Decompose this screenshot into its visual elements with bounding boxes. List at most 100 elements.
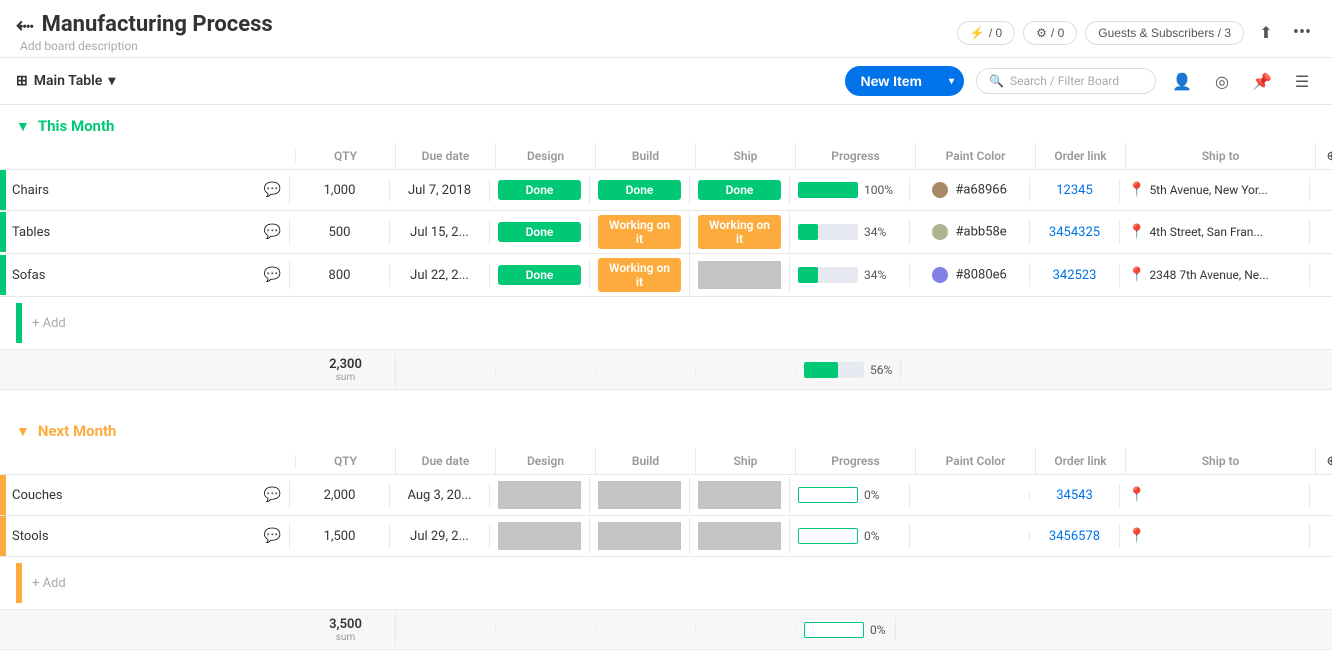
sum-design-this-month — [496, 366, 596, 374]
row-name-cell-couches: Couches 💬 — [6, 481, 290, 509]
add-row-this-month[interactable]: + Add — [0, 297, 1332, 350]
search-box[interactable]: 🔍 Search / Filter Board — [976, 68, 1156, 94]
add-row-next-month[interactable]: + Add — [0, 557, 1332, 610]
row-progress-tables: 34% — [790, 220, 910, 244]
location-icon-tables: 📍 — [1128, 224, 1145, 240]
row-orderlink-sofas[interactable]: 342523 — [1030, 264, 1120, 287]
new-item-button[interactable]: New Item ▾ — [845, 66, 965, 96]
group-arrow-this-month[interactable]: ▼ — [16, 118, 30, 135]
row-ship-couches[interactable] — [690, 477, 790, 513]
row-build-couches[interactable] — [590, 477, 690, 513]
row-name-sofas: Sofas — [12, 268, 258, 283]
group-header-this-month: ▼ This Month — [0, 105, 1332, 143]
sum-qty-next-month: 3,500 sum — [296, 613, 396, 647]
chat-icon-couches[interactable]: 💬 — [264, 487, 281, 503]
col-header-progress: Progress — [796, 143, 916, 169]
row-design-couches[interactable] — [490, 477, 590, 513]
row-orderlink-chairs[interactable]: 12345 — [1030, 179, 1120, 202]
row-orderlink-couches[interactable]: 34543 — [1030, 484, 1120, 507]
row-build-sofas[interactable]: Working on it — [590, 254, 690, 296]
chat-icon-stools[interactable]: 💬 — [264, 528, 281, 544]
row-shipto-chairs: 📍 5th Avenue, New Yor... — [1120, 178, 1310, 202]
badge-design-tables: Done — [498, 222, 581, 242]
location-icon-couches: 📍 — [1128, 487, 1145, 503]
row-paintcolor-couches — [910, 491, 1030, 499]
progress-pct-tables: 34% — [864, 225, 886, 239]
order-link-chairs: 12345 — [1056, 183, 1093, 198]
badge-ship-tables: Working on it — [698, 215, 781, 249]
col-header-name — [6, 150, 296, 162]
progress-pct-sofas: 34% — [864, 268, 886, 282]
location-icon-chairs: 📍 — [1128, 182, 1145, 198]
badge-ship-chairs: Done — [698, 180, 781, 200]
guests-button[interactable]: Guests & Subscribers / 3 — [1085, 21, 1244, 45]
row-ship-sofas[interactable] — [690, 257, 790, 293]
group-title-this-month: This Month — [38, 117, 115, 135]
chat-icon-sofas[interactable]: 💬 — [264, 267, 281, 283]
sum-qty-this-month: 2,300 sum — [296, 353, 396, 387]
row-paintcolor-tables: #abb58e — [910, 220, 1030, 244]
order-link-couches: 34543 — [1056, 488, 1093, 503]
row-design-chairs[interactable]: Done — [490, 176, 590, 204]
row-duedate-stools: Jul 29, 2... — [390, 525, 490, 548]
row-orderlink-stools[interactable]: 3456578 — [1030, 525, 1120, 548]
row-build-stools[interactable] — [590, 518, 690, 554]
board-description[interactable]: Add board description — [20, 39, 273, 53]
integrations-button[interactable]: ⚙ / 0 — [1023, 21, 1077, 45]
pin-icon[interactable]: 📌 — [1248, 67, 1276, 95]
table-icon: ⊞ — [16, 73, 28, 89]
group-header-next-month: ▼ Next Month — [0, 410, 1332, 448]
progress-pct-stools: 0% — [864, 529, 880, 543]
row-name-stools: Stools — [12, 529, 258, 544]
ship-address-tables: 4th Street, San Fran... — [1149, 225, 1262, 239]
row-ship-chairs[interactable]: Done — [690, 176, 790, 204]
automations-button[interactable]: ⚡ / 0 — [957, 21, 1015, 45]
row-design-sofas[interactable]: Done — [490, 261, 590, 289]
col-add-next-month[interactable]: ⊕ — [1316, 454, 1332, 469]
col-header-name-2 — [6, 455, 296, 467]
row-ship-tables[interactable]: Working on it — [690, 211, 790, 253]
row-name-cell-sofas: Sofas 💬 — [6, 261, 290, 289]
group-next-month: ▼ Next Month QTY Due date Design Build S… — [0, 410, 1332, 650]
row-build-tables[interactable]: Working on it — [590, 211, 690, 253]
col-header-shipto-2: Ship to — [1126, 448, 1316, 474]
user-icon[interactable]: 👤 — [1168, 67, 1196, 95]
row-ship-stools[interactable] — [690, 518, 790, 554]
order-link-stools: 3456578 — [1049, 529, 1100, 544]
dropdown-icon: ▾ — [108, 73, 115, 89]
filter-options-icon[interactable]: ◎ — [1208, 67, 1236, 95]
row-build-chairs[interactable]: Done — [590, 176, 690, 204]
row-design-stools[interactable] — [490, 518, 590, 554]
automations-count: / 0 — [989, 26, 1002, 40]
col-add-this-month[interactable]: ⊕ — [1316, 149, 1332, 164]
sum-ship-next-month — [696, 626, 796, 634]
col-header-qty-2: QTY — [296, 448, 396, 474]
badge-build-chairs: Done — [598, 180, 681, 200]
row-name-couches: Couches — [12, 488, 258, 503]
chat-icon-chairs[interactable]: 💬 — [264, 182, 281, 198]
row-duedate-couches: Aug 3, 20... — [390, 484, 490, 507]
sum-row-this-month: 2,300 sum 56% — [0, 350, 1332, 390]
group-arrow-next-month[interactable]: ▼ — [16, 423, 30, 440]
progress-pct-couches: 0% — [864, 488, 880, 502]
progress-pct-chairs: 100% — [864, 183, 893, 197]
color-value-tables: #abb58e — [956, 224, 1007, 239]
table-container: ▼ This Month QTY Due date Design Build S… — [0, 105, 1332, 666]
col-header-build: Build — [596, 143, 696, 169]
location-icon-sofas: 📍 — [1128, 267, 1145, 283]
row-name-cell-tables: Tables 💬 — [6, 218, 290, 246]
col-header-paintcolor-2: Paint Color — [916, 448, 1036, 474]
filter-icon[interactable]: ☰ — [1288, 67, 1316, 95]
row-paintcolor-sofas: #8080e6 — [910, 263, 1030, 287]
share-icon[interactable]: ⬆ — [1252, 19, 1280, 47]
row-name-cell-stools: Stools 💬 — [6, 522, 290, 550]
row-orderlink-tables[interactable]: 3454325 — [1030, 221, 1120, 244]
main-table-button[interactable]: ⊞ Main Table ▾ — [16, 73, 115, 89]
more-options-icon[interactable]: ••• — [1288, 19, 1316, 47]
chat-icon-tables[interactable]: 💬 — [264, 224, 281, 240]
toolbar: ⊞ Main Table ▾ New Item ▾ 🔍 Search / Fil… — [0, 58, 1332, 105]
col-header-qty: QTY — [296, 143, 396, 169]
row-design-tables[interactable]: Done — [490, 218, 590, 246]
back-icon[interactable]: ⬸ — [16, 12, 34, 37]
app-container: ⬸ Manufacturing Process Add board descri… — [0, 0, 1332, 666]
